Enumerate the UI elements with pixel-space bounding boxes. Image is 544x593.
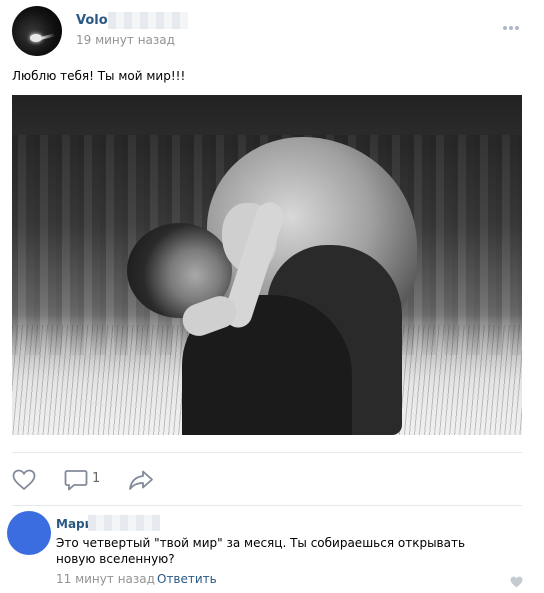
author-avatar[interactable] [12,6,62,56]
comment-icon [64,470,88,491]
heart-icon [510,576,523,588]
commenter-name-redaction [88,515,160,531]
post-actions: 1 [0,460,544,500]
post-header: Volod 19 минут назад [0,0,544,60]
avatar-spark [40,33,56,40]
reply-link[interactable]: Ответить [157,572,217,586]
share-icon [129,470,153,490]
comment-button[interactable]: 1 [64,469,110,491]
actions-divider-top [12,452,522,453]
post-time[interactable]: 19 минут назад [76,33,175,47]
comment-count: 1 [92,471,101,486]
comment-time[interactable]: 11 минут назад [56,572,155,586]
share-button[interactable] [128,469,154,491]
author-name-redaction [108,12,188,29]
like-button[interactable] [12,469,36,491]
comment-text: Это четвертый "твой мир" за месяц. Ты со… [56,536,466,566]
post-text: Люблю тебя! Ты мой мир!!! [12,69,186,83]
comment-item: Марин Это четвертый "твой мир" за месяц.… [0,505,544,593]
post-photo[interactable] [12,95,522,435]
comment-like-button[interactable] [510,573,523,588]
commenter-avatar[interactable] [7,511,51,555]
heart-icon [12,469,36,491]
more-options-icon[interactable] [503,15,523,30]
